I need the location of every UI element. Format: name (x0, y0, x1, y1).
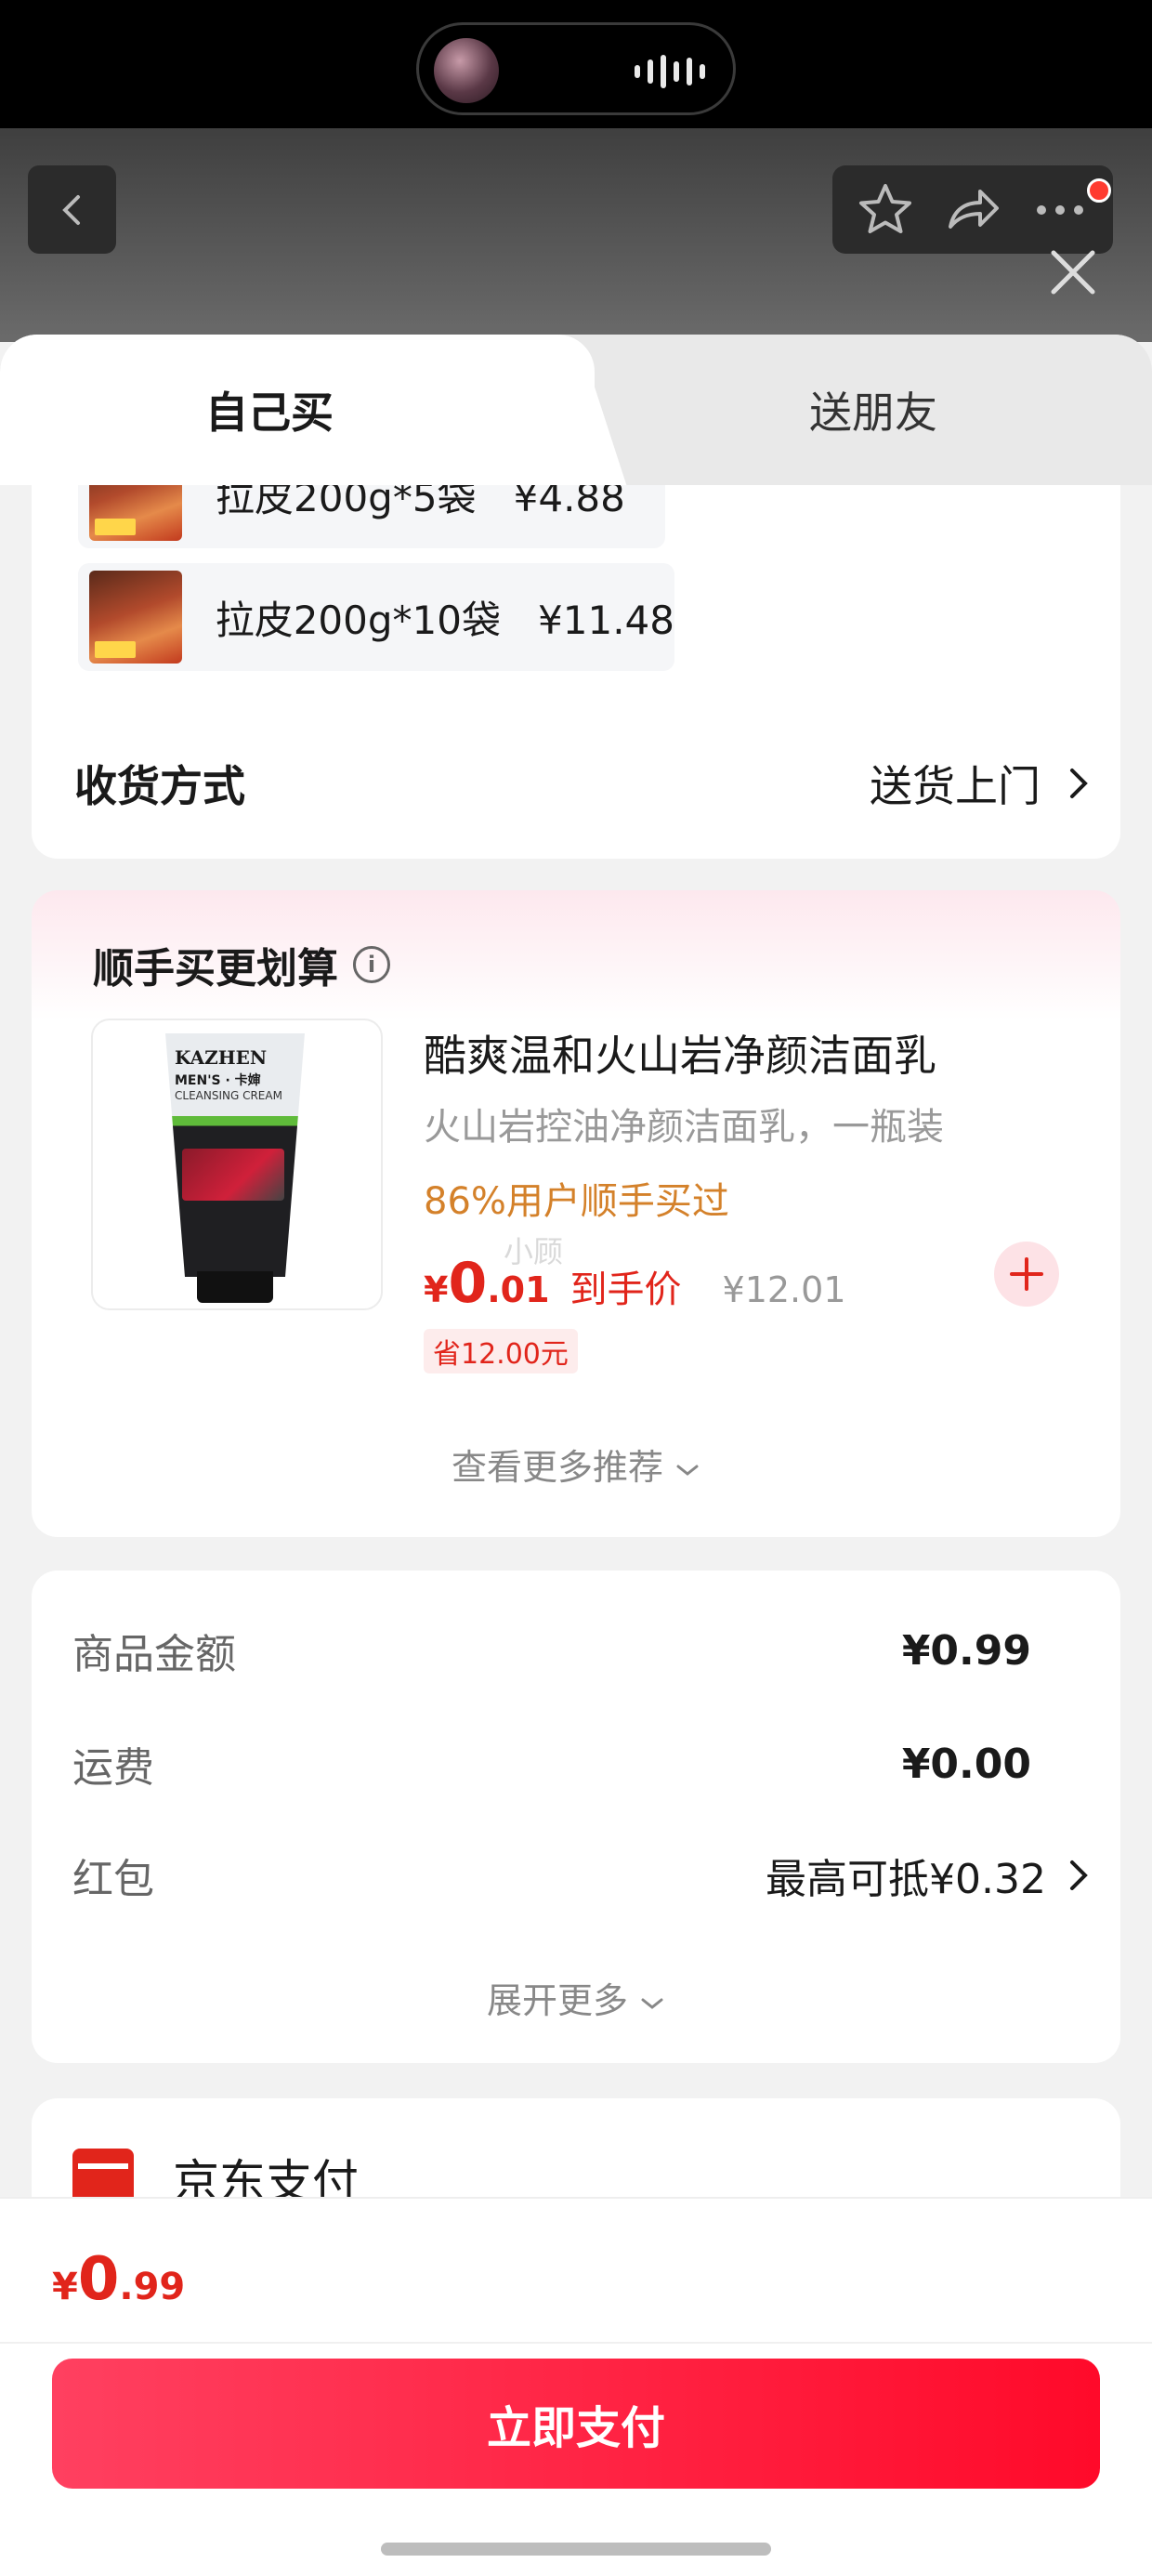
variant-thumbnail (89, 571, 182, 664)
order-options-card: 拉皮200g*5袋 ¥4.88 拉皮200g*10袋 ¥11.48 收货方式 送… (32, 485, 1120, 859)
pay-now-button[interactable]: 立即支付 (52, 2359, 1100, 2489)
view-more-recommend[interactable]: 查看更多推荐 (32, 1439, 1120, 1490)
close-icon[interactable] (1044, 243, 1102, 301)
add-addon-button[interactable] (994, 1242, 1059, 1307)
bottom-pay-bar: ¥0.99 立即支付 (0, 2197, 1152, 2576)
info-icon[interactable]: i (353, 946, 390, 983)
savings-badge: 省12.00元 (424, 1329, 578, 1373)
freight-amount: ¥0.00 (901, 1740, 1031, 1788)
redpack-row[interactable]: 红包 最高可抵¥0.32 (72, 1846, 1089, 1905)
redpack-value: 最高可抵¥0.32 (766, 1856, 1046, 1903)
chevron-right-icon (1070, 1860, 1088, 1890)
addon-header: 顺手买更划算 i (93, 935, 390, 994)
addon-product-desc: 火山岩控油净颜洁面乳，一瓶装 (424, 1106, 944, 1149)
chevron-left-icon (61, 194, 80, 225)
total-price: ¥0.99 (52, 2245, 186, 2314)
shipping-value: 送货上门 (870, 761, 1041, 811)
brand-logo-text: MEN'S · 卡婶 (175, 1073, 261, 1088)
shipping-label: 收货方式 (74, 761, 245, 811)
shipping-selector[interactable]: 送货上门 (870, 753, 1089, 814)
chevron-right-icon (1070, 769, 1088, 798)
cleanser-tube-image: KAZHEN MEN'S · 卡婶 CLEANSING CREAM (165, 1033, 305, 1303)
variant-chip[interactable]: 拉皮200g*10袋 ¥11.48 (78, 563, 674, 671)
tab-gift-friend[interactable]: 送朋友 (595, 335, 1152, 485)
chevron-down-icon (676, 1465, 699, 1476)
final-price-tag: 到手价 (569, 1268, 682, 1311)
price-summary-card: 商品金额 ¥0.99 运费 ¥0.00 红包 最高可抵¥0.32 展开更多 (32, 1571, 1120, 2063)
variant-thumbnail (89, 485, 182, 541)
dynamic-island[interactable] (416, 22, 736, 115)
tab-buy-self[interactable]: 自己买 (0, 335, 595, 485)
more-icon[interactable] (1030, 180, 1090, 240)
variant-chip[interactable]: 拉皮200g*5袋 ¥4.88 (78, 485, 665, 548)
share-icon[interactable] (943, 180, 1002, 240)
back-button[interactable] (28, 165, 116, 254)
tab-label: 自己买 (205, 388, 334, 438)
status-bar (0, 0, 1152, 128)
addon-recommend-card: 顺手买更划算 i KAZHEN MEN'S · 卡婶 CLEANSING CRE… (32, 890, 1120, 1537)
tab-label: 送朋友 (809, 388, 937, 438)
variant-label: 拉皮200g*10袋 ¥11.48 (215, 597, 674, 643)
buy-mode-tabs: 送朋友 自己买 (0, 335, 1152, 485)
divider (0, 2342, 1152, 2344)
addon-product-name[interactable]: 酷爽温和火山岩净颜洁面乳 (424, 1022, 936, 1084)
star-icon[interactable] (856, 180, 915, 240)
brand-logo-text: CLEANSING CREAM (175, 1089, 282, 1102)
addon-price: ¥0.01 到手价 ¥12.01 (424, 1251, 846, 1316)
goods-amount-row: 商品金额 ¥0.99 (72, 1626, 1031, 1679)
brand-logo-text: KAZHEN (175, 1046, 268, 1069)
variant-label: 拉皮200g*5袋 ¥4.88 (216, 485, 625, 520)
top-toolbar (832, 165, 1113, 254)
original-price: ¥12.01 (722, 1269, 846, 1310)
goods-amount: ¥0.99 (901, 1626, 1031, 1675)
audio-wave-icon (635, 55, 705, 88)
now-playing-avatar (434, 38, 499, 103)
expand-more[interactable]: 展开更多 (32, 1972, 1120, 2023)
chevron-down-icon (641, 1998, 663, 2009)
addon-title: 顺手买更划算 (93, 945, 338, 992)
plus-icon (1010, 1257, 1043, 1291)
home-indicator[interactable] (381, 2543, 771, 2556)
notification-dot (1087, 178, 1111, 203)
addon-buy-stat: 86%用户顺手买过 (424, 1180, 729, 1223)
addon-product-image[interactable]: KAZHEN MEN'S · 卡婶 CLEANSING CREAM (91, 1019, 383, 1310)
freight-row: 运费 ¥0.00 (72, 1740, 1031, 1793)
